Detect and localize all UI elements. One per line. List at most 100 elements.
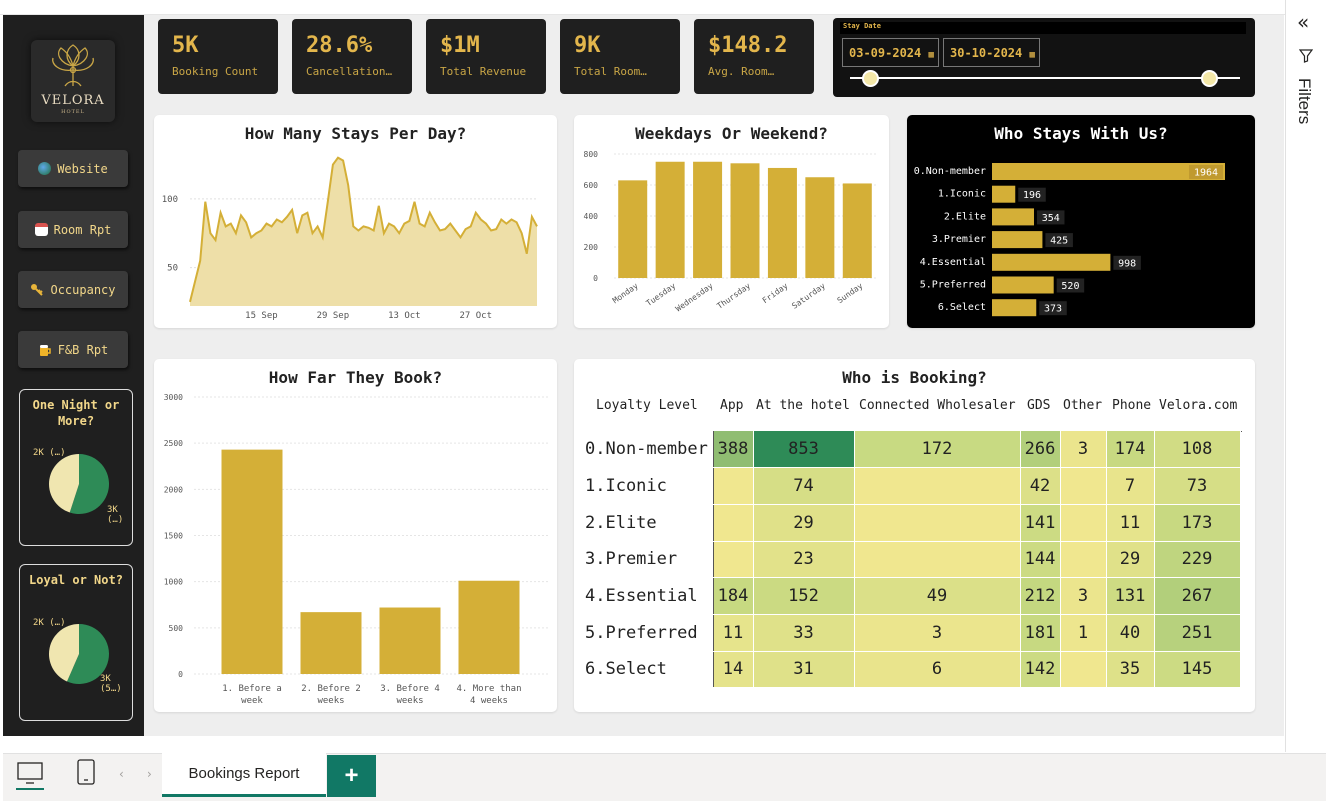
bar <box>221 449 283 674</box>
matrix-row: 2.Elite 29 141 11 173 <box>582 504 1241 542</box>
kpi-value: 5K <box>172 33 199 58</box>
matrix-cell: 388 <box>713 431 754 469</box>
matrix-cell <box>1060 541 1107 579</box>
y-tick-label: 1000 <box>164 578 183 587</box>
data-label: 373 <box>1044 304 1062 315</box>
x-tick-label: Wednesday <box>674 281 715 313</box>
matrix-cell: 23 <box>753 541 855 579</box>
x-tick-label: week <box>241 696 263 706</box>
fb-report-button[interactable]: F&B Rpt <box>18 331 128 368</box>
one-night-panel: One Night or More? 2K (…) 3K (…) <box>19 389 133 546</box>
matrix-cell <box>713 504 754 542</box>
matrix-row: 6.Select 14 31 6 142 35 145 <box>582 651 1241 689</box>
mobile-view-icon[interactable] <box>77 759 95 789</box>
loyal-panel: Loyal or Not? 2K (…) 3K (5…) <box>19 564 133 721</box>
matrix-cell: 49 <box>854 577 1021 615</box>
y-tick-label: 400 <box>584 212 599 221</box>
website-button[interactable]: Website <box>18 150 128 187</box>
matrix-cell: 33 <box>753 614 855 652</box>
website-button-label: Website <box>57 161 108 176</box>
range-start-handle[interactable] <box>861 70 879 87</box>
one-night-pie <box>49 454 110 514</box>
room-report-button[interactable]: Room Rpt <box>18 211 128 248</box>
x-tick-label: 4 weeks <box>470 696 508 706</box>
matrix-column-header: At the hotel <box>756 398 850 413</box>
data-label: 196 <box>1023 190 1041 201</box>
filters-pane[interactable]: « Filters <box>1285 0 1326 752</box>
range-end-handle[interactable] <box>1200 70 1218 87</box>
matrix-column-header: Phone <box>1112 398 1152 413</box>
matrix-row-label: 5.Preferred <box>582 614 714 652</box>
matrix-cell: 29 <box>753 504 855 542</box>
matrix-cell <box>854 541 1021 579</box>
weekdays-chart: 0 200 400 600 800 Monday TuesdayWednesday Thurs… <box>584 150 876 314</box>
add-page-button[interactable]: + <box>327 755 376 797</box>
y-tick-label: 100 <box>162 195 178 205</box>
matrix-cell: 40 <box>1106 614 1155 652</box>
logo-brand: VELORA <box>41 93 105 108</box>
matrix-cell: 29 <box>1106 541 1155 579</box>
y-tick-label: 1500 <box>164 532 183 541</box>
next-page-icon[interactable]: › <box>147 767 152 781</box>
loyal-title: Loyal or Not? <box>29 573 123 587</box>
key-icon <box>30 283 44 297</box>
x-tick-label: 2. Before 2 <box>301 684 361 694</box>
occupancy-button[interactable]: Occupancy <box>18 271 128 308</box>
matrix-column-header: App <box>720 398 744 413</box>
matrix-cell <box>713 541 754 579</box>
matrix-row: 5.Preferred 11 33 3 181 1 40 251 <box>582 614 1241 652</box>
bar <box>618 180 648 278</box>
start-date-input[interactable]: 03-09-2024 ▦ <box>842 38 939 67</box>
matrix-cell: 14 <box>713 651 754 689</box>
kpi-value: $148.2 <box>708 33 788 58</box>
x-tick-label: 27 Oct <box>460 311 493 321</box>
top-divider <box>0 14 1285 15</box>
end-date-input[interactable]: 30-10-2024 ▦ <box>943 38 1040 67</box>
matrix-cell: 42 <box>1020 467 1061 505</box>
category-label: 1.Iconic <box>938 189 986 200</box>
calendar-icon <box>34 223 48 236</box>
data-label: 425 <box>1050 236 1068 247</box>
one-night-title: One Night or More? <box>32 398 120 428</box>
matrix-row: 1.Iconic 74 42 7 73 <box>582 467 1241 505</box>
pie-label-3k: 3K (5…) <box>100 674 122 694</box>
x-tick-label: 13 Oct <box>388 311 421 321</box>
tab-bookings-report[interactable]: Bookings Report <box>162 753 326 797</box>
matrix-cell: 35 <box>1106 651 1155 689</box>
occupancy-button-label: Occupancy <box>50 282 116 297</box>
matrix-cell <box>713 467 754 505</box>
matrix-cell: 212 <box>1020 577 1061 615</box>
bar <box>992 253 1111 271</box>
desktop-view-icon[interactable] <box>16 761 44 795</box>
x-tick-label: Saturday <box>790 281 827 311</box>
stays-per-day-chart: 50 100 15 Sep 29 Sep 13 Oct 27 Oct <box>162 156 538 321</box>
room-report-button-label: Room Rpt <box>53 222 112 237</box>
matrix-cell: 3 <box>854 614 1021 652</box>
globe-icon <box>38 162 52 175</box>
bar <box>992 185 1016 203</box>
matrix-cell: 181 <box>1020 614 1061 652</box>
matrix-cell: 73 <box>1154 467 1241 505</box>
kpi-value: 9K <box>574 33 601 58</box>
matrix-cell: 11 <box>713 614 754 652</box>
matrix-cell: 141 <box>1020 504 1061 542</box>
category-label: 5.Preferred <box>920 280 986 291</box>
matrix-cell: 145 <box>1154 651 1241 689</box>
start-date-value: 03-09-2024 <box>849 46 922 60</box>
chart-title: Who is Booking? <box>842 368 987 387</box>
category-label: 0.Non-member <box>914 166 986 177</box>
matrix-cell: 7 <box>1106 467 1155 505</box>
matrix-cell: 31 <box>753 651 855 689</box>
matrix-cell <box>1060 467 1107 505</box>
how-far-card: How Far They Book? 0 500 1000 1500 2000 2500 3… <box>154 359 557 712</box>
end-date-value: 30-10-2024 <box>950 46 1023 60</box>
filters-label: Filters <box>1295 78 1314 125</box>
prev-page-icon[interactable]: ‹ <box>119 767 124 781</box>
matrix-cell: 229 <box>1154 541 1241 579</box>
y-tick-label: 0 <box>593 274 598 283</box>
x-tick-label: 3. Before 4 <box>380 684 440 694</box>
collapse-chevron-icon[interactable]: « <box>1297 10 1309 34</box>
matrix-cell: 3 <box>1060 577 1107 615</box>
matrix-row: 3.Premier 23 144 29 229 <box>582 541 1241 579</box>
data-label: 354 <box>1042 213 1060 224</box>
